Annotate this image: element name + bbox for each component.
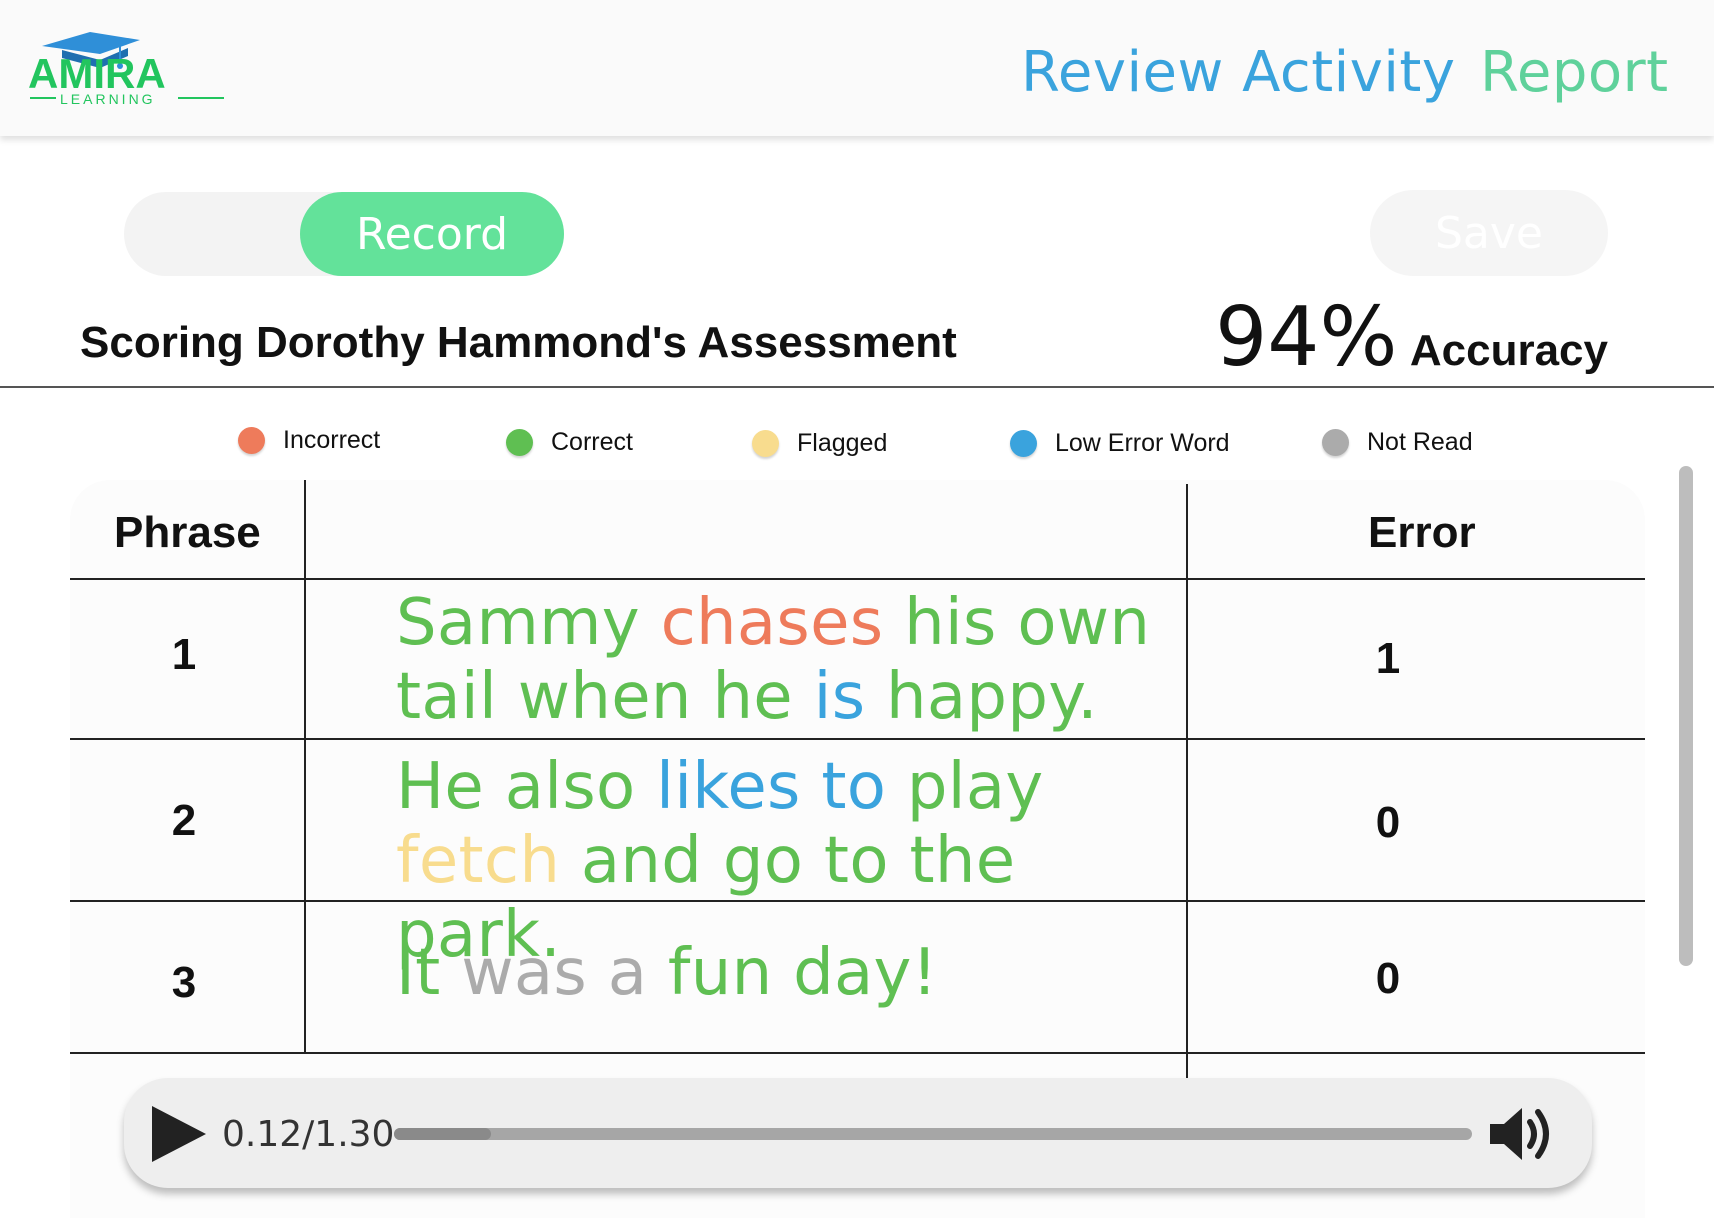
word-low-error[interactable]: is (814, 660, 866, 734)
word-incorrect[interactable]: chases (661, 586, 884, 660)
legend-correct-dot (506, 429, 533, 456)
word-correct[interactable]: tail (396, 660, 497, 734)
amira-logo[interactable]: AMIRA LEARNING (28, 26, 228, 118)
word-correct[interactable]: also (505, 750, 636, 824)
word-correct[interactable]: his (904, 586, 997, 660)
error-count: 0 (1375, 954, 1401, 1003)
legend-flagged: Flagged (752, 429, 887, 458)
nav-review-activity[interactable]: Review Activity (1021, 40, 1456, 105)
playback-time: 0.12/1.30 (222, 1114, 395, 1155)
word-correct[interactable]: to (824, 824, 889, 898)
row-divider (70, 1052, 1645, 1054)
phrase-number: 2 (171, 796, 197, 845)
phrase-text-3: It was a fun day! (396, 936, 1176, 1010)
legend-correct-label: Correct (551, 428, 633, 456)
legend-correct: Correct (506, 428, 633, 457)
word-correct[interactable]: fun (668, 936, 773, 1010)
legend-low-error-dot (1010, 430, 1037, 457)
save-button[interactable]: Save (1370, 190, 1608, 276)
word-correct[interactable]: go (723, 824, 803, 898)
header-phrase: Phrase (114, 508, 261, 557)
word-correct[interactable]: he (712, 660, 793, 734)
logo-subtitle: LEARNING (60, 91, 156, 107)
word-correct[interactable]: Sammy (396, 586, 640, 660)
header-error: Error (1368, 508, 1476, 557)
column-divider (1186, 484, 1188, 1080)
legend-incorrect-label: Incorrect (283, 426, 381, 454)
word-correct[interactable]: the (909, 824, 1015, 898)
table-header-rule (70, 578, 1645, 580)
word-correct[interactable]: when (518, 660, 692, 734)
phrase-number: 1 (171, 630, 197, 679)
volume-icon[interactable] (1488, 1102, 1556, 1166)
word-correct[interactable]: happy. (886, 660, 1098, 734)
audio-player: 0.12/1.30 (124, 1078, 1592, 1188)
legend-flagged-dot (752, 430, 779, 457)
word-correct[interactable]: play (907, 750, 1044, 824)
phrase-number: 3 (171, 958, 197, 1007)
accuracy-label: Accuracy (1409, 326, 1608, 375)
app-header: AMIRA LEARNING Review Activity Report (0, 0, 1714, 136)
error-count: 0 (1375, 798, 1401, 847)
legend-incorrect: Incorrect (238, 426, 380, 455)
record-toggle-knob[interactable]: Record (300, 192, 564, 276)
page-title: Scoring Dorothy Hammond's Assessment (80, 318, 957, 367)
word-flagged[interactable]: fetch (396, 824, 560, 898)
nav-report[interactable]: Report (1480, 40, 1669, 105)
word-not-read[interactable]: was (461, 936, 587, 1010)
progress-fill (394, 1128, 492, 1140)
legend-incorrect-dot (238, 427, 265, 454)
vertical-scrollbar[interactable] (1679, 466, 1693, 966)
accuracy-summary: 94% Accuracy (1215, 290, 1608, 385)
legend-low-error-label: Low Error Word (1055, 429, 1230, 457)
accuracy-value: 94% (1215, 290, 1398, 385)
word-low-error[interactable]: to (821, 750, 886, 824)
play-icon[interactable] (150, 1104, 208, 1164)
word-correct[interactable]: own (1017, 586, 1150, 660)
progress-bar[interactable] (394, 1128, 1472, 1140)
error-count: 1 (1375, 634, 1401, 683)
column-divider (304, 480, 306, 1054)
word-correct[interactable]: and (581, 824, 702, 898)
divider (0, 386, 1714, 388)
word-correct[interactable]: day! (793, 936, 938, 1010)
word-not-read[interactable]: a (608, 936, 648, 1010)
word-correct[interactable]: It (396, 936, 441, 1010)
legend-not-read-label: Not Read (1367, 428, 1473, 456)
legend-not-read: Not Read (1322, 428, 1473, 457)
legend-flagged-label: Flagged (797, 429, 888, 457)
legend-not-read-dot (1322, 429, 1349, 456)
word-correct[interactable]: He (396, 750, 484, 824)
row-divider (70, 738, 1645, 740)
legend-low-error-word: Low Error Word (1010, 429, 1230, 458)
word-low-error[interactable]: likes (656, 750, 801, 824)
phrase-text-1: Sammy chases his own tail when he is hap… (396, 586, 1176, 734)
record-toggle[interactable]: Record (124, 192, 564, 276)
graduation-cap-icon: AMIRA LEARNING (28, 32, 224, 107)
logo-wordmark: AMIRA (28, 50, 166, 97)
